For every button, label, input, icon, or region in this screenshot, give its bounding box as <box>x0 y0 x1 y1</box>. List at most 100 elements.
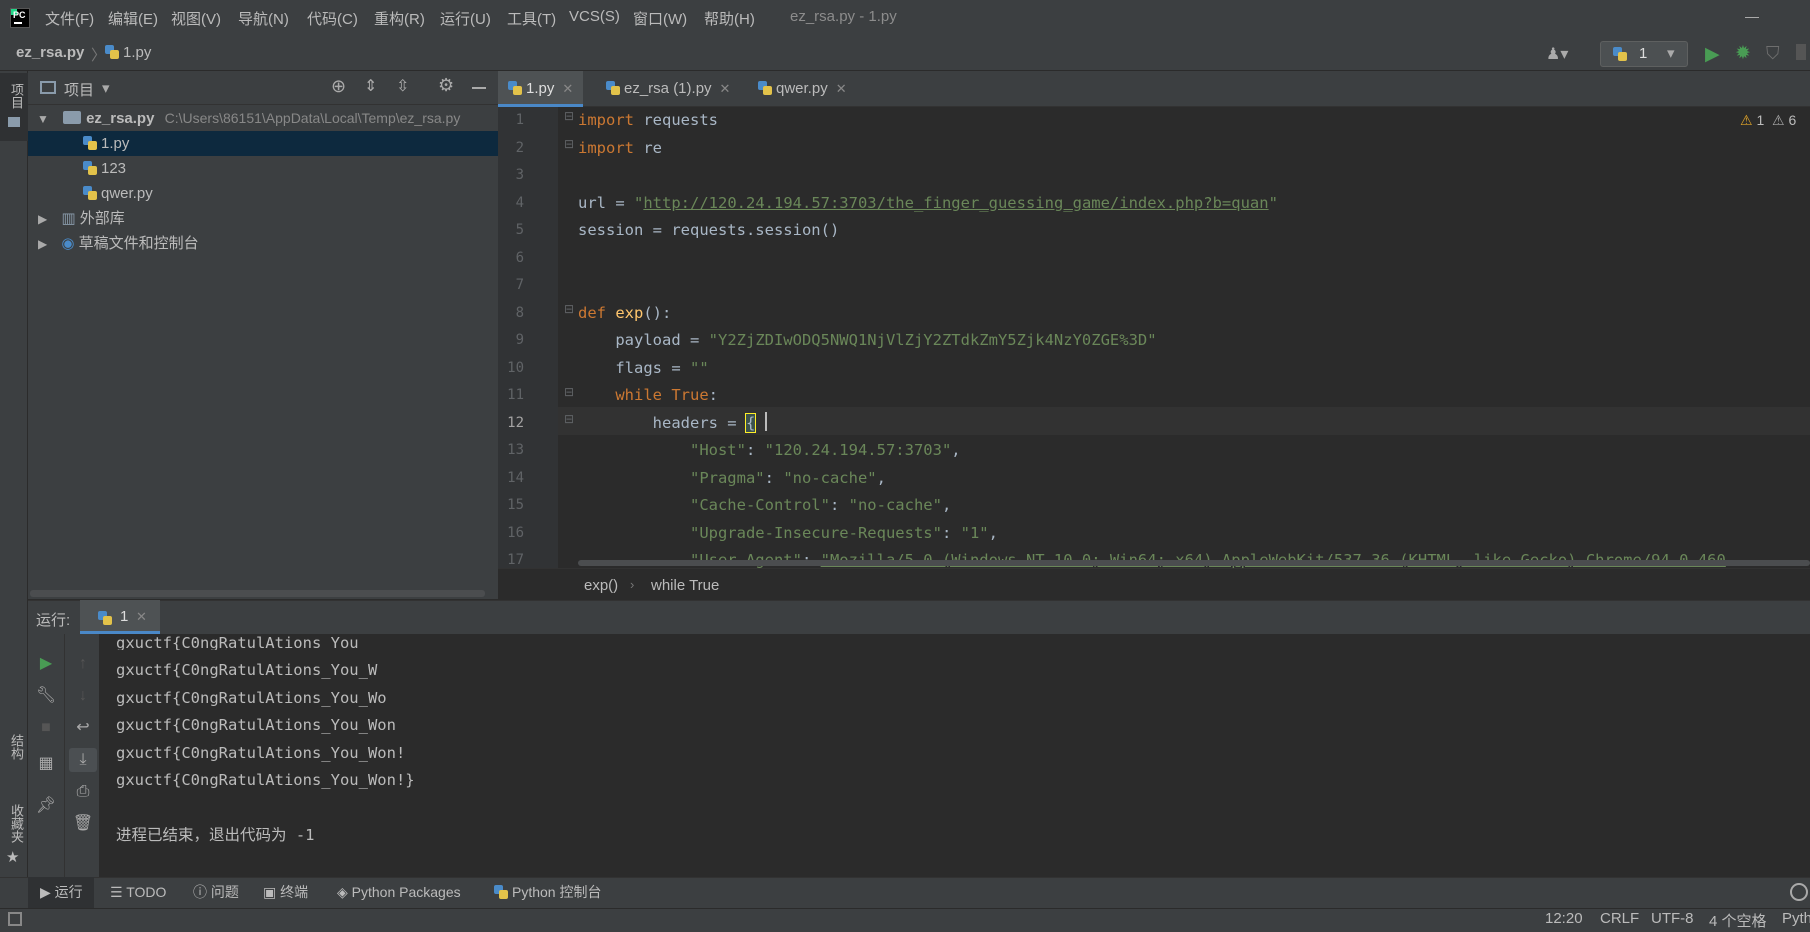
bottom-tab-problems[interactable]: ⓘ 问题 <box>193 877 239 908</box>
tree-file-1py[interactable]: 1.py <box>28 131 498 156</box>
code-line[interactable]: session = requests.session() <box>578 217 839 245</box>
fold-marker-icon[interactable]: ⊟ <box>564 137 574 151</box>
code-line[interactable]: "Cache-Control": "no-cache", <box>578 492 951 520</box>
run-tab[interactable]: 1 ✕ <box>80 600 160 634</box>
menu-refactor[interactable]: 重构(R) <box>374 8 425 30</box>
locate-icon[interactable]: ⊕ <box>331 76 346 97</box>
tree-file-123[interactable]: 123 <box>28 156 498 181</box>
breadcrumb-while[interactable]: while True <box>651 577 719 594</box>
menu-vcs[interactable]: VCS(S) <box>569 8 620 30</box>
gear-icon[interactable]: ⚙ <box>438 75 454 96</box>
code-line[interactable]: flags = "" <box>578 355 708 383</box>
tree-file-qwer[interactable]: qwer.py <box>28 181 498 206</box>
code-line[interactable]: def exp(): <box>578 300 671 328</box>
wrench-icon[interactable]: 🔧︎ <box>32 684 60 708</box>
run-config-selector[interactable]: 1 ▾ <box>1600 41 1688 67</box>
text-caret <box>765 412 767 431</box>
tool-windows-icon[interactable] <box>8 912 22 926</box>
nav-crumb-file[interactable]: 1.py <box>105 44 151 61</box>
bottom-tab-python-console[interactable]: Python 控制台 <box>494 877 601 908</box>
status-line-separator[interactable]: CRLF <box>1600 910 1639 927</box>
close-icon[interactable]: ✕ <box>720 81 731 96</box>
fold-marker-icon[interactable]: ⊟ <box>564 412 574 426</box>
code-line[interactable]: "Upgrade-Insecure-Requests": "1", <box>578 520 998 548</box>
coverage-icon[interactable]: ⛉ <box>1766 43 1780 64</box>
menu-run[interactable]: 运行(U) <box>440 8 491 30</box>
close-icon[interactable]: ✕ <box>136 609 147 625</box>
bottom-tab-terminal[interactable]: ▣ 终端 <box>263 877 308 908</box>
fold-marker-icon[interactable]: ⊟ <box>564 385 574 399</box>
code-line[interactable]: import re <box>578 135 662 163</box>
collapse-all-icon[interactable]: ⇳ <box>396 76 409 96</box>
menu-view[interactable]: 视图(V) <box>171 8 221 30</box>
url-link[interactable]: http://120.24.194.57:3703/the_finger_gue… <box>643 194 1268 212</box>
editor-tab-qwer[interactable]: qwer.py ✕ <box>748 71 857 107</box>
arrow-up-icon[interactable]: ↑ <box>69 652 97 676</box>
print-icon[interactable]: ⎙ <box>69 780 97 804</box>
expand-all-icon[interactable]: ⇕ <box>364 76 377 96</box>
status-indent[interactable]: 4 个空格 <box>1709 910 1767 931</box>
notifications-icon[interactable] <box>1790 883 1808 901</box>
menu-edit[interactable]: 编辑(E) <box>108 8 158 30</box>
terminal-icon: ▣ <box>263 884 277 900</box>
status-encoding[interactable]: UTF-8 <box>1651 910 1694 927</box>
bottom-tab-todo[interactable]: ☰ TODO <box>110 877 166 908</box>
bottom-tab-python-packages[interactable]: ◈ Python Packages <box>337 877 461 908</box>
close-icon[interactable]: ✕ <box>836 81 847 96</box>
menu-navigate[interactable]: 导航(N) <box>238 8 289 30</box>
status-caret-position[interactable]: 12:20 <box>1545 910 1583 927</box>
debug-icon[interactable]: ✹ <box>1735 42 1751 65</box>
project-horizontal-scrollbar[interactable] <box>30 590 485 597</box>
trash-icon[interactable]: 🗑︎ <box>69 812 97 836</box>
editor-tab-ez-rsa[interactable]: ez_rsa (1).py ✕ <box>596 71 740 107</box>
project-panel-title[interactable]: 项目 <box>64 79 94 100</box>
project-tool-button[interactable]: 项目 <box>0 73 28 141</box>
menu-code[interactable]: 代码(C) <box>307 8 358 30</box>
code-line[interactable]: while True: <box>578 382 718 410</box>
code-line[interactable]: "Pragma": "no-cache", <box>578 465 886 493</box>
favorites-tool-button[interactable]: 收藏夹 ★ <box>0 800 28 870</box>
code-line[interactable]: "Host": "120.24.194.57:3703", <box>578 437 961 465</box>
stop-icon[interactable]: ■ <box>32 716 60 740</box>
inspection-indicator[interactable]: ⚠ 1 ⚠ 6 <box>1740 112 1796 129</box>
console-line: gxuctf{C0ngRatulAtions_You_Won!} <box>116 771 415 789</box>
fold-marker-icon[interactable]: ⊟ <box>564 302 574 316</box>
minimize-icon[interactable] <box>1745 17 1759 18</box>
packages-icon: ◈ <box>337 884 348 900</box>
tree-scratches[interactable]: ▶ ◉ 草稿文件和控制台 <box>28 231 498 256</box>
rerun-icon[interactable]: ▶ <box>32 652 60 676</box>
tree-external-libs[interactable]: ▶ ▥ 外部库 <box>28 206 498 231</box>
line-number: 9 <box>515 332 524 348</box>
layout-icon[interactable]: ▦ <box>32 752 60 776</box>
pin-icon[interactable]: 📌︎ <box>32 794 60 818</box>
editor-horizontal-scrollbar[interactable] <box>578 560 1810 566</box>
breadcrumb-function[interactable]: exp() <box>584 577 618 594</box>
editor-tab-1py[interactable]: 1.py ✕ <box>498 71 584 107</box>
nav-crumb-project[interactable]: ez_rsa.py <box>16 44 84 61</box>
bottom-tab-run[interactable]: ▶ 运行 <box>28 877 94 908</box>
soft-wrap-icon[interactable]: ↩ <box>69 716 97 740</box>
close-icon[interactable]: ✕ <box>562 81 573 96</box>
menu-file[interactable]: 文件(F) <box>45 8 94 30</box>
chevron-down-icon[interactable]: ▾ <box>102 79 110 97</box>
menu-tools[interactable]: 工具(T) <box>507 8 556 30</box>
arrow-down-icon[interactable]: ↓ <box>69 684 97 708</box>
code-line[interactable]: import requests <box>578 107 718 135</box>
menu-window[interactable]: 窗口(W) <box>633 8 687 30</box>
code-line[interactable]: url = "http://120.24.194.57:3703/the_fin… <box>578 190 1278 218</box>
scroll-to-end-icon[interactable]: ⤓ <box>69 748 97 772</box>
structure-tool-button[interactable]: 结构 <box>0 730 28 790</box>
code-line[interactable]: headers = { <box>578 410 757 438</box>
run-icon[interactable]: ▶ <box>1705 43 1720 66</box>
stop-icon[interactable] <box>1796 44 1806 60</box>
menu-help[interactable]: 帮助(H) <box>704 8 755 30</box>
python-icon <box>98 611 112 625</box>
user-icon[interactable]: ♟▾ <box>1546 44 1568 64</box>
fold-marker-icon[interactable]: ⊟ <box>564 109 574 123</box>
status-interpreter[interactable]: Pyth <box>1782 910 1810 927</box>
line-number: 2 <box>515 139 524 156</box>
bottom-tab-label: 问题 <box>210 884 239 900</box>
tree-root[interactable]: ▼ ez_rsa.py C:\Users\86151\AppData\Local… <box>28 106 498 131</box>
hide-icon[interactable] <box>472 87 486 89</box>
code-line[interactable]: payload = "Y2ZjZDIwODQ5NWQ1NjVlZjY2ZTdkZ… <box>578 327 1156 355</box>
